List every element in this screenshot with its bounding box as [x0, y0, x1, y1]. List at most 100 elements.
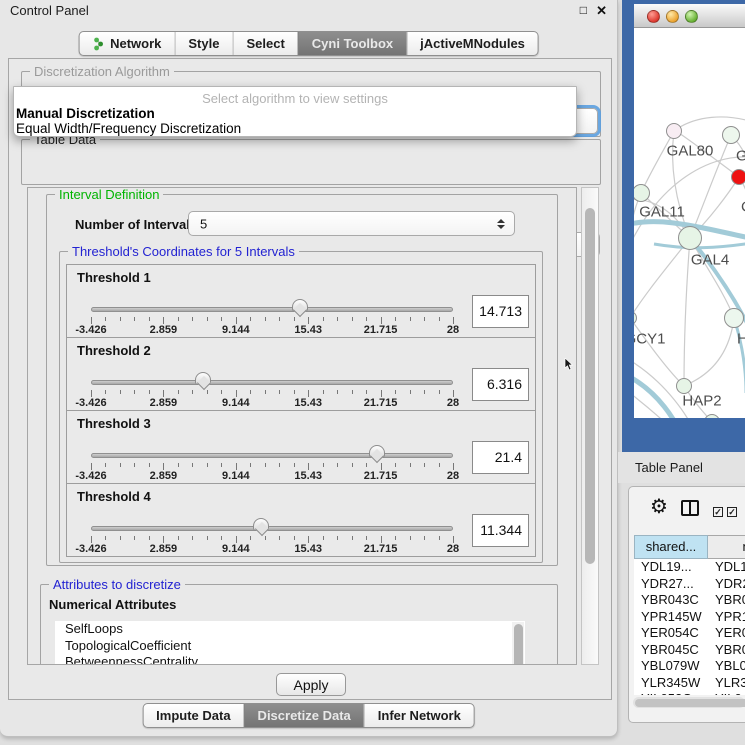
node-red-selected[interactable]: [731, 169, 745, 185]
tab-network[interactable]: Network: [79, 32, 174, 55]
slider-track[interactable]: [91, 453, 453, 458]
threshold-slider[interactable]: -3.4262.8599.14415.4321.71528: [91, 484, 453, 558]
zoom-traffic-light-icon[interactable]: [685, 10, 698, 23]
tab-infer-network[interactable]: Infer Network: [364, 704, 474, 727]
threshold-value-field[interactable]: 6.316: [472, 368, 529, 401]
checkbox-icon[interactable]: ✓: [727, 507, 737, 517]
network-canvas[interactable]: GAL80GAGAL11CGAL4GCY1HHAP2: [634, 28, 745, 418]
tick-label: 2.859: [150, 470, 178, 482]
attribute-list-item[interactable]: BetweennessCentrality: [55, 654, 525, 665]
table-row[interactable]: YIL052CYIL0: [634, 691, 745, 695]
interval-definition-group: Interval Definition Number of Intervals …: [46, 194, 558, 566]
tab-cyni-toolbox[interactable]: Cyni Toolbox: [298, 32, 406, 55]
number-of-intervals-label: Number of Intervals: [75, 217, 197, 232]
group-title-discretization-algorithm: Discretization Algorithm: [30, 64, 174, 79]
tab-select[interactable]: Select: [232, 32, 297, 55]
scrollbar-thumb[interactable]: [635, 699, 745, 707]
slider-track[interactable]: [91, 307, 453, 312]
gear-icon[interactable]: ⚙: [650, 494, 668, 519]
table-row[interactable]: YER054CYER0: [634, 625, 745, 642]
tick-label: 2.859: [150, 543, 178, 555]
network-window-titlebar: [634, 4, 745, 28]
scrollbar-thumb[interactable]: [514, 624, 523, 665]
numerical-attributes-label: Numerical Attributes: [49, 597, 176, 612]
group-title-threshold-coordinates: Threshold's Coordinates for 5 Intervals: [68, 244, 299, 259]
node-gal80[interactable]: [666, 123, 682, 139]
network-view-window: GAL80GAGAL11CGAL4GCY1HHAP2: [622, 0, 745, 452]
threshold-panel: Threshold 2-3.4262.8599.14415.4321.71528…: [66, 337, 536, 411]
slider-thumb[interactable]: [292, 299, 308, 312]
tab-style[interactable]: Style: [174, 32, 232, 55]
slider-thumb[interactable]: [195, 372, 211, 385]
threshold-slider[interactable]: -3.4262.8599.14415.4321.71528: [91, 265, 453, 339]
tick-label: -3.426: [75, 470, 106, 482]
close-window-icon[interactable]: ✕: [596, 3, 607, 19]
tick-label: -3.426: [75, 397, 106, 409]
table-cell: YBR043C: [634, 592, 708, 609]
node-gal4[interactable]: [678, 226, 702, 250]
tick-label: 21.715: [364, 470, 398, 482]
table-row[interactable]: YPR145WYPR1: [634, 609, 745, 626]
slider-track[interactable]: [91, 380, 453, 385]
close-traffic-light-icon[interactable]: [647, 10, 660, 23]
table-row[interactable]: YDL19...YDL1: [634, 559, 745, 576]
tab-label: jActiveMNodules: [420, 36, 525, 51]
tick-label: 28: [447, 397, 459, 409]
minimize-traffic-light-icon[interactable]: [666, 10, 679, 23]
tab-discretize-data[interactable]: Discretize Data: [244, 704, 364, 727]
table-cell: YPR1: [708, 609, 745, 626]
number-of-intervals-select[interactable]: 5: [188, 211, 515, 236]
group-title-attributes: Attributes to discretize: [49, 577, 185, 592]
tick-label: 9.144: [222, 470, 250, 482]
slider-track[interactable]: [91, 526, 453, 531]
slider-thumb[interactable]: [369, 445, 385, 458]
threshold-slider[interactable]: -3.4262.8599.14415.4321.71528: [91, 411, 453, 485]
dropdown-option-equal-width-frequency-discretization[interactable]: Equal Width/Frequency Discretization: [16, 121, 241, 136]
table-cell: YDR27...: [634, 576, 708, 593]
tick-label: 15.43: [294, 470, 322, 482]
tab-label: Discretize Data: [258, 708, 351, 723]
threshold-slider[interactable]: -3.4262.8599.14415.4321.71528: [91, 338, 453, 412]
threshold-value-field[interactable]: 21.4: [472, 441, 529, 474]
table-row[interactable]: YLR345WYLR3: [634, 675, 745, 692]
threshold-value-field[interactable]: 11.344: [472, 514, 529, 547]
tick-label: 9.144: [222, 543, 250, 555]
numerical-attributes-list[interactable]: SelfLoopsTopologicalCoefficientBetweenne…: [55, 621, 525, 665]
tick-label: 21.715: [364, 397, 398, 409]
scrollbar-thumb[interactable]: [585, 208, 595, 564]
table-row[interactable]: YBR043CYBR0: [634, 592, 745, 609]
table-horizontal-scrollbar[interactable]: [633, 697, 745, 708]
settings-scrollbar[interactable]: [581, 187, 599, 665]
node-label: GA: [736, 148, 745, 165]
threshold-panel: Threshold 4-3.4262.8599.14415.4321.71528…: [66, 483, 536, 557]
attribute-list-item[interactable]: SelfLoops: [55, 621, 525, 638]
node-right-mid[interactable]: [724, 308, 744, 328]
apply-button[interactable]: Apply: [276, 673, 346, 696]
table-row[interactable]: YBL079WYBL0: [634, 658, 745, 675]
node-top-right[interactable]: [722, 126, 740, 144]
table-cell: YDR2: [708, 576, 745, 593]
number-of-intervals-value: 5: [200, 216, 207, 231]
column-layout-icon[interactable]: [681, 500, 699, 516]
column-header-2[interactable]: n...: [708, 535, 745, 559]
attribute-list-item[interactable]: TopologicalCoefficient: [55, 638, 525, 655]
column-header-1[interactable]: shared...: [634, 535, 708, 559]
table-row[interactable]: YBR045CYBR0: [634, 642, 745, 659]
threshold-value-field[interactable]: 14.713: [472, 295, 529, 328]
tab-impute-data[interactable]: Impute Data: [143, 704, 243, 727]
table-cell: YDL19...: [634, 559, 708, 576]
tick-label: 28: [447, 324, 459, 336]
node-label: GAL4: [691, 252, 729, 269]
checkbox-icon[interactable]: ✓: [713, 507, 723, 517]
table-row[interactable]: YDR27...YDR2: [634, 576, 745, 593]
dropdown-option-manual-discretization[interactable]: Manual Discretization: [16, 106, 155, 121]
table-panel-toolbar: ⚙ ✓ ✓: [629, 487, 745, 531]
slider-thumb[interactable]: [253, 518, 269, 531]
float-window-icon[interactable]: □: [580, 3, 587, 17]
tab-label: Select: [246, 36, 284, 51]
attributes-list-scrollbar[interactable]: [512, 622, 524, 665]
slider-tick-labels: -3.4262.8599.14415.4321.71528: [91, 324, 453, 336]
tick-label: 9.144: [222, 397, 250, 409]
tick-label: 28: [447, 470, 459, 482]
tab-jactivemnodules[interactable]: jActiveMNodules: [406, 32, 538, 55]
